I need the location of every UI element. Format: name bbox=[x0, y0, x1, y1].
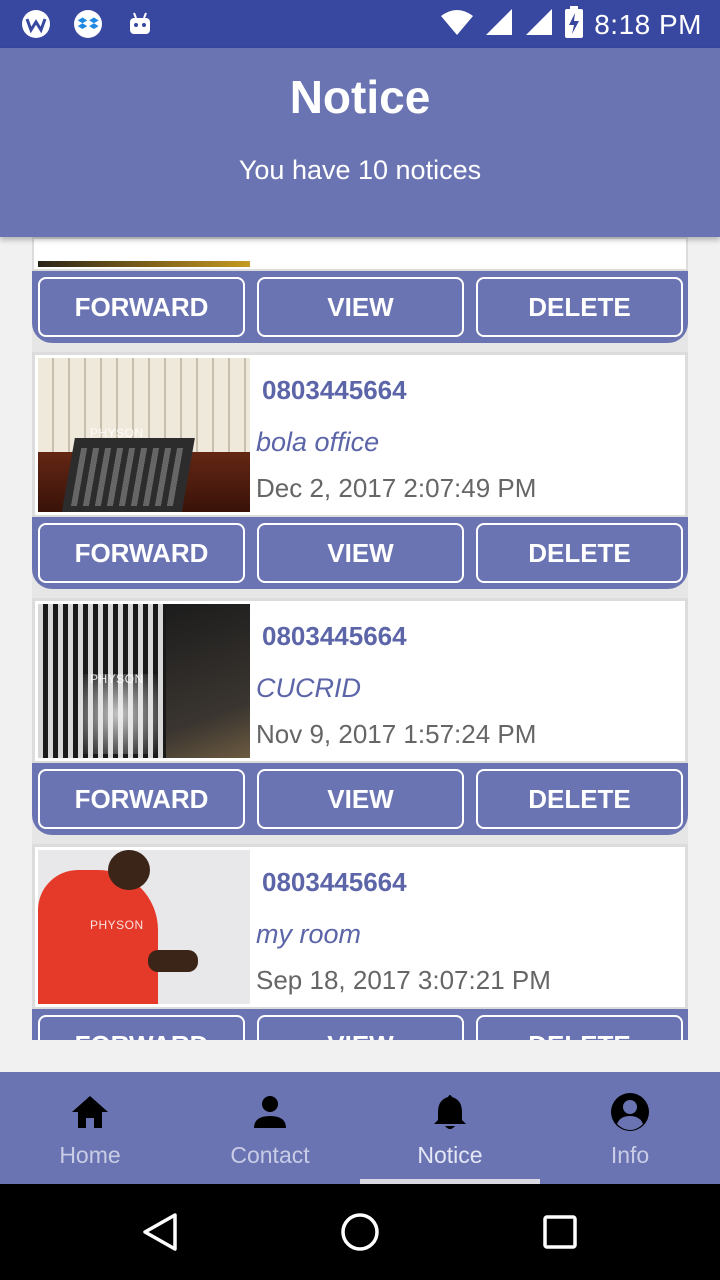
wps-icon bbox=[20, 8, 52, 40]
list-item-partial bbox=[32, 237, 688, 271]
notice-description: bola office bbox=[256, 427, 380, 457]
bottom-navigation: Home Contact Notice Info bbox=[0, 1072, 720, 1184]
list-item[interactable]: PHYSON 0803445664 CUCRID Nov 9, 2017 1:5… bbox=[32, 598, 688, 764]
delete-button[interactable]: DELETE bbox=[476, 1015, 683, 1040]
nav-item-info[interactable]: Info bbox=[540, 1072, 720, 1184]
delete-button[interactable]: DELETE bbox=[476, 769, 683, 829]
view-button[interactable]: VIEW bbox=[257, 1015, 464, 1040]
home-icon bbox=[70, 1090, 110, 1134]
nav-label: Home bbox=[59, 1142, 121, 1168]
list-item[interactable]: PHYSON 0803445664 bola office Dec 2, 201… bbox=[32, 352, 688, 518]
sender-phone: 0803445664 bbox=[262, 621, 407, 651]
notice-date: Nov 9, 2017 1:57:24 PM bbox=[256, 719, 537, 749]
battery-charging-icon bbox=[564, 6, 584, 43]
action-row: FORWARD VIEW DELETE bbox=[32, 517, 688, 589]
notice-date: Dec 2, 2017 2:07:49 PM bbox=[256, 473, 537, 503]
clock: 8:18 PM bbox=[594, 8, 702, 40]
notice-date: Sep 18, 2017 3:07:21 PM bbox=[256, 965, 551, 995]
notice-list[interactable]: FORWARD VIEW DELETE PHYSON 0803445664 bo… bbox=[32, 237, 688, 1040]
recents-icon[interactable] bbox=[540, 1212, 580, 1252]
nav-item-notice[interactable]: Notice bbox=[360, 1072, 540, 1184]
view-button[interactable]: VIEW bbox=[257, 277, 464, 337]
notice-list-area: FORWARD VIEW DELETE PHYSON 0803445664 bo… bbox=[0, 237, 720, 1072]
person-icon bbox=[252, 1090, 288, 1134]
action-row: FORWARD VIEW DELETE bbox=[32, 271, 688, 343]
sender-phone: 0803445664 bbox=[262, 375, 407, 405]
notice-description: CUCRID bbox=[256, 673, 361, 703]
system-navigation-bar bbox=[0, 1184, 720, 1280]
signal-icon bbox=[524, 7, 554, 42]
status-bar: 8:18 PM bbox=[0, 0, 720, 48]
notice-count: You have 10 notices bbox=[238, 155, 482, 185]
page-title: Notice bbox=[289, 71, 431, 123]
nav-label: Contact bbox=[230, 1142, 310, 1168]
forward-button[interactable]: FORWARD bbox=[38, 523, 245, 583]
delete-button[interactable]: DELETE bbox=[476, 523, 683, 583]
back-icon[interactable] bbox=[140, 1212, 180, 1252]
wifi-icon bbox=[440, 8, 474, 41]
thumbnail: PHYSON bbox=[38, 850, 250, 1004]
view-button[interactable]: VIEW bbox=[257, 523, 464, 583]
nav-item-home[interactable]: Home bbox=[0, 1072, 180, 1184]
android-icon bbox=[124, 8, 156, 40]
signal-icon bbox=[484, 7, 514, 42]
sender-phone: 0803445664 bbox=[262, 867, 407, 897]
app-header: Notice You have 10 notices bbox=[0, 48, 720, 237]
dropbox-icon bbox=[72, 8, 104, 40]
bell-icon bbox=[432, 1090, 468, 1134]
notice-description: my room bbox=[256, 919, 362, 949]
forward-button[interactable]: FORWARD bbox=[38, 1015, 245, 1040]
action-row: FORWARD VIEW DELETE bbox=[32, 763, 688, 835]
home-circle-icon[interactable] bbox=[340, 1212, 380, 1252]
account-circle-icon bbox=[610, 1090, 650, 1134]
list-item[interactable]: PHYSON 0803445664 my room Sep 18, 2017 3… bbox=[32, 844, 688, 1010]
delete-button[interactable]: DELETE bbox=[476, 277, 683, 337]
nav-label: Info bbox=[610, 1142, 650, 1168]
watermark: PHYSON bbox=[90, 426, 144, 440]
forward-button[interactable]: FORWARD bbox=[38, 277, 245, 337]
watermark: PHYSON bbox=[90, 918, 144, 932]
watermark: PHYSON bbox=[90, 672, 144, 686]
thumbnail bbox=[38, 261, 250, 267]
thumbnail: PHYSON bbox=[38, 604, 250, 758]
action-row: FORWARD VIEW DELETE bbox=[32, 1009, 688, 1040]
nav-item-contact[interactable]: Contact bbox=[180, 1072, 360, 1184]
view-button[interactable]: VIEW bbox=[257, 769, 464, 829]
forward-button[interactable]: FORWARD bbox=[38, 769, 245, 829]
nav-label: Notice bbox=[417, 1142, 483, 1168]
thumbnail: PHYSON bbox=[38, 358, 250, 512]
